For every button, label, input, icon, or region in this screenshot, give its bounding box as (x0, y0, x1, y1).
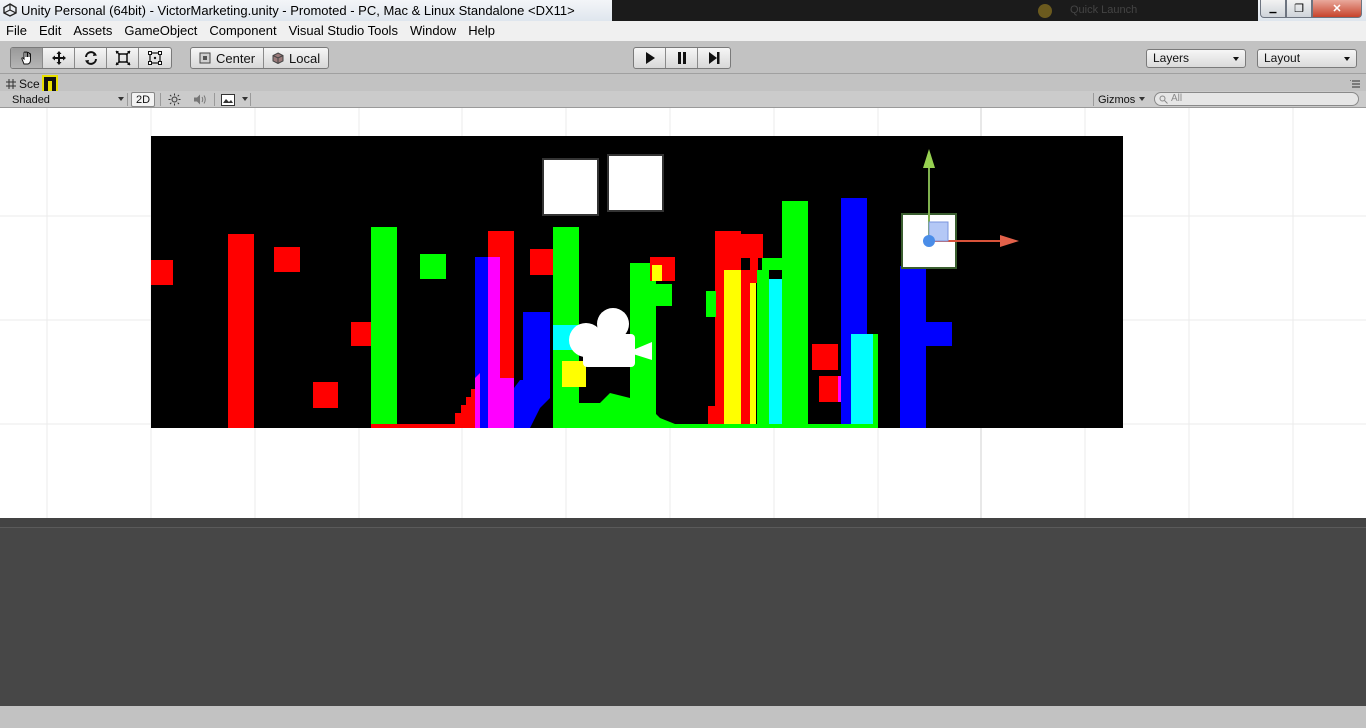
rotate-tool-button[interactable] (75, 48, 107, 68)
scale-tool-button[interactable] (107, 48, 139, 68)
pivot-toggles: Center Local (190, 47, 330, 69)
center-pivot-icon (199, 52, 211, 64)
window-title: Unity Personal (64bit) - VictorMarketing… (21, 3, 575, 18)
hand-icon (20, 51, 31, 65)
separator (214, 93, 215, 106)
hand-tool-button[interactable] (11, 48, 43, 68)
chevron-down-icon (1233, 57, 1239, 61)
gizmos-dropdown[interactable]: Gizmos (1098, 92, 1146, 107)
menu-help[interactable]: Help (462, 21, 501, 41)
layout-label: Layout (1264, 51, 1301, 65)
layers-dropdown[interactable]: Layers (1146, 49, 1246, 68)
layers-label: Layers (1153, 51, 1190, 65)
pivot-center-button[interactable]: Center (191, 48, 265, 68)
mode-2d-label: 2D (135, 93, 151, 106)
scene-tab-label: Sce (19, 77, 40, 91)
chevron-down-icon (1139, 97, 1146, 101)
local-cube-icon (272, 52, 284, 64)
speaker-icon (194, 94, 206, 105)
gizmos-label: Gizmos (1098, 93, 1136, 106)
window-titlebar: Unity Personal (64bit) - VictorMarketing… (0, 0, 1366, 21)
play-button[interactable] (634, 48, 666, 68)
scene-canvas[interactable] (0, 108, 1366, 518)
shading-mode-label: Shaded (12, 93, 50, 106)
menu-bar: File Edit Assets GameObject Component Vi… (0, 21, 1366, 41)
chevron-down-icon (118, 97, 124, 101)
step-button[interactable] (698, 48, 730, 68)
menu-assets[interactable]: Assets (67, 21, 118, 41)
unity-logo-icon (3, 3, 17, 17)
pivot-center-label: Center (216, 50, 256, 66)
image-effects-icon (221, 93, 235, 106)
audio-toggle[interactable] (193, 92, 207, 107)
main-toolbar: Center Local Layers Layout (0, 41, 1366, 74)
rect-transform-icon (148, 51, 162, 65)
lighting-toggle[interactable] (168, 92, 181, 107)
chevron-down-icon (242, 97, 248, 101)
minimize-button[interactable]: ▁ (1260, 0, 1286, 18)
move-tool-button[interactable] (43, 48, 75, 68)
chevron-down-icon (1344, 57, 1350, 61)
quick-launch-label: Quick Launch (1070, 4, 1138, 16)
minimize-icon: ▁ (1269, 3, 1277, 13)
shading-dropdown[interactable]: Shaded (12, 92, 124, 107)
separator (250, 93, 251, 106)
separator (1093, 93, 1094, 106)
rect-tool-button[interactable] (139, 48, 171, 68)
pivot-local-button[interactable]: Local (264, 48, 328, 68)
rotate-icon (84, 51, 97, 65)
scene-tab[interactable]: Sce (6, 76, 40, 92)
menu-gameobject[interactable]: GameObject (118, 21, 203, 41)
sun-icon (168, 93, 181, 106)
menu-file[interactable]: File (0, 21, 33, 41)
panel-menu-icon[interactable] (1350, 80, 1360, 88)
panel-divider (0, 518, 1366, 528)
playback-controls (633, 47, 731, 69)
menu-window[interactable]: Window (404, 21, 462, 41)
separator (160, 93, 161, 106)
hierarchy-search-input[interactable]: All (1154, 92, 1359, 106)
effects-dropdown[interactable] (221, 92, 248, 107)
taskbar-overlay (612, 0, 1258, 21)
game-view-area[interactable] (151, 136, 1123, 428)
close-button[interactable]: ✕ (1312, 0, 1362, 18)
maximize-button[interactable]: ❐ (1286, 0, 1312, 18)
search-placeholder: All (1171, 93, 1183, 104)
menu-edit[interactable]: Edit (33, 21, 67, 41)
play-icon (645, 52, 655, 64)
maximize-icon: ❐ (1294, 3, 1304, 15)
status-bar (0, 706, 1366, 728)
search-icon (1159, 95, 1168, 104)
move-center-handle[interactable] (923, 235, 935, 247)
quick-launch-icon (1038, 4, 1052, 18)
scene-view[interactable] (0, 108, 1366, 518)
scene-tab-bar: Sce (0, 75, 1366, 91)
pivot-local-label: Local (289, 50, 321, 66)
separator (127, 93, 128, 106)
grid-icon (6, 79, 16, 89)
pause-button[interactable] (666, 48, 698, 68)
menu-component[interactable]: Component (203, 21, 282, 41)
close-icon: ✕ (1332, 3, 1342, 15)
mode-2d-toggle[interactable]: 2D (131, 92, 155, 107)
bottom-panel (0, 518, 1366, 706)
scale-icon (114, 50, 131, 66)
menu-visual-studio-tools[interactable]: Visual Studio Tools (283, 21, 404, 41)
move-arrows-icon (51, 51, 66, 65)
transform-tools (10, 47, 172, 69)
step-forward-icon (709, 52, 720, 64)
pause-icon (677, 52, 686, 64)
layout-dropdown[interactable]: Layout (1257, 49, 1357, 68)
